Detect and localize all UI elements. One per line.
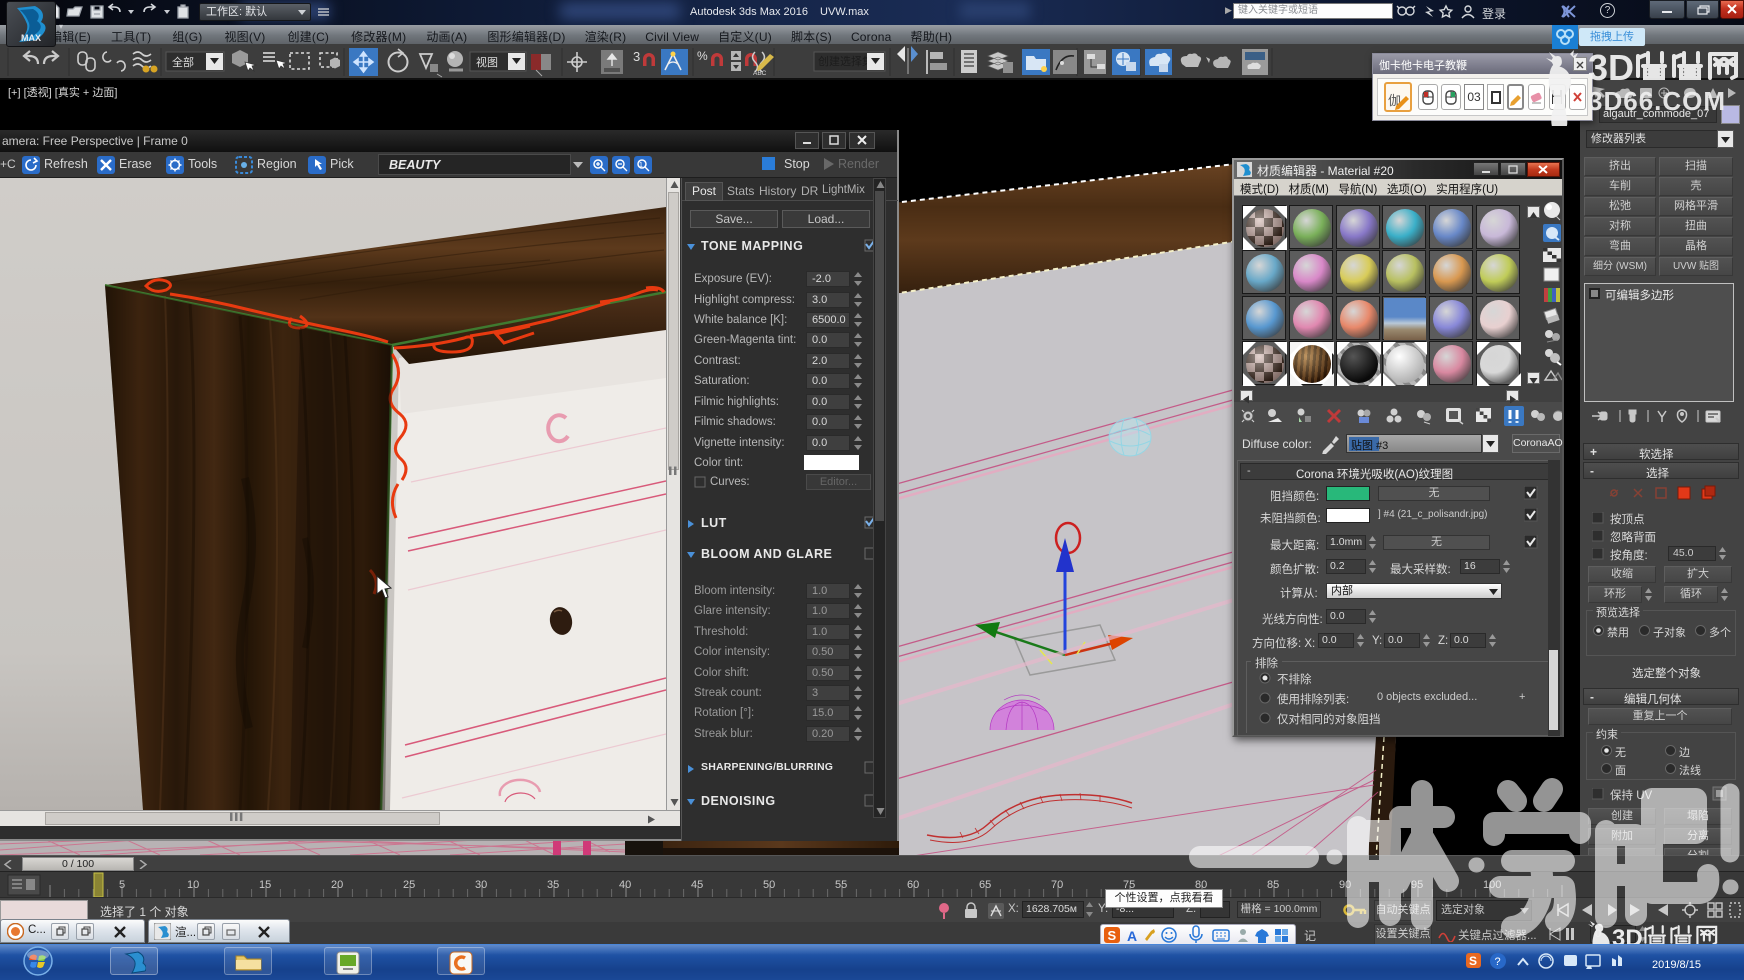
svg-text:5: 5 — [119, 879, 125, 891]
svg-text:全部: 全部 — [172, 55, 194, 69]
svg-text:?: ? — [1495, 956, 1501, 968]
svg-text:40: 40 — [619, 879, 631, 891]
svg-text:100: 100 — [1483, 879, 1501, 891]
svg-text:1: 1 — [639, 162, 643, 169]
svg-text:50: 50 — [763, 879, 775, 891]
svg-text:85: 85 — [1267, 879, 1279, 891]
svg-text:视图: 视图 — [476, 55, 498, 69]
svg-text:S: S — [1469, 954, 1477, 968]
svg-text:45: 45 — [691, 879, 703, 891]
svg-text:55: 55 — [835, 879, 847, 891]
svg-text:70: 70 — [1051, 879, 1063, 891]
svg-text:30: 30 — [475, 879, 487, 891]
svg-text:ABC: ABC — [753, 70, 767, 77]
svg-text:S: S — [1108, 928, 1117, 943]
svg-text:20: 20 — [331, 879, 343, 891]
svg-text:95: 95 — [1411, 879, 1423, 891]
svg-text:35: 35 — [547, 879, 559, 891]
svg-text:15: 15 — [259, 879, 271, 891]
svg-text:25: 25 — [403, 879, 415, 891]
svg-text:60: 60 — [907, 879, 919, 891]
svg-text:10: 10 — [187, 879, 199, 891]
svg-text:65: 65 — [979, 879, 991, 891]
svg-text:3: 3 — [633, 49, 640, 64]
svg-text:A: A — [1127, 928, 1137, 944]
svg-text:创建选择集: 创建选择集 — [818, 54, 873, 68]
svg-text:%: % — [697, 49, 708, 63]
svg-text:90: 90 — [1339, 879, 1351, 891]
